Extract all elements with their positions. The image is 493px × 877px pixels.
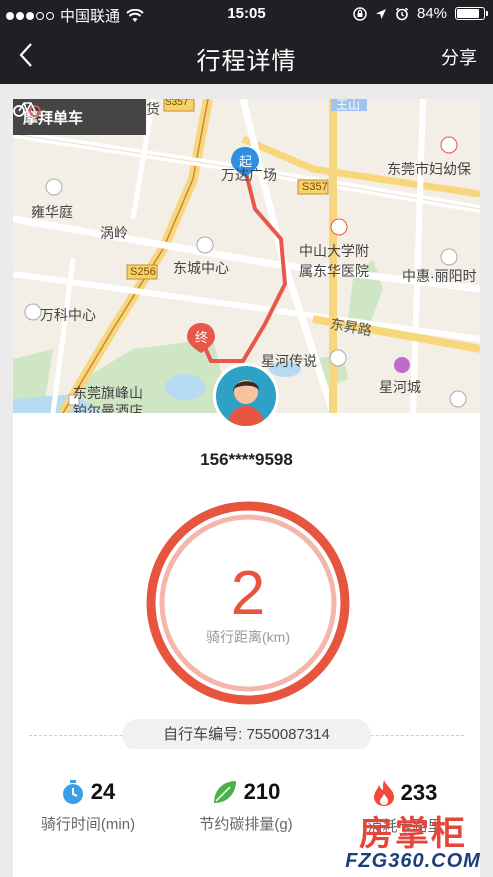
map-label-vanke: 万科中心	[40, 307, 96, 323]
watermark-bottom: FZG360.COM	[345, 850, 481, 872]
nav-bar: 行程详情 分享	[0, 27, 493, 84]
map-label-yonghua: 雍华庭	[31, 204, 73, 220]
map-label-woling: 涡岭	[100, 225, 128, 241]
distance-value: 2	[230, 559, 266, 628]
watermark-top: 房掌柜	[359, 814, 467, 854]
carbon-saved-value: 210	[243, 779, 281, 804]
bicycle-icon	[13, 102, 41, 117]
alarm-icon	[395, 7, 409, 20]
calories-value: 233	[400, 780, 438, 805]
battery-icon	[455, 7, 488, 20]
share-button[interactable]: 分享	[441, 44, 477, 70]
watermark-logo: 房掌柜 FZG360.COM	[338, 806, 488, 872]
trip-detail-card: 货 S357 王山 万达广场 S357 东莞市妇幼保 雍华庭 涡岭 中山大学附 …	[13, 99, 480, 877]
map-label-huo: 货	[146, 101, 160, 117]
map-label-zhongshan2: 属东华医院	[299, 263, 369, 279]
road-label-s357: S357	[302, 181, 328, 193]
stopwatch-icon	[62, 780, 83, 804]
map-label-wangshan: 王山	[336, 99, 361, 112]
battery-level-fill	[457, 9, 479, 18]
bike-id-label: 自行车编号: 7550087314	[163, 726, 330, 743]
avatar	[213, 363, 279, 429]
flame-icon	[373, 780, 394, 806]
map-label-maternal: 东莞市妇幼保	[387, 161, 471, 177]
ride-time-label: 骑行时间(min)	[40, 816, 136, 833]
start-marker: 起	[239, 154, 253, 169]
status-bar: 中国联通 15:05 84%	[0, 0, 493, 27]
page-title: 行程详情	[196, 48, 297, 75]
battery-percent: 84%	[416, 5, 447, 22]
map-label-platinum: 铂尔曼酒店	[73, 403, 143, 413]
stat-ride-time: 24 骑行时间(min)	[13, 779, 163, 834]
user-phone: 156****9598	[200, 450, 293, 469]
road-label-s357-top: S357	[165, 99, 189, 108]
bike-id-pill: 自行车编号: 7550087314	[122, 719, 371, 751]
map-label-xinghe-cheng: 星河城	[379, 379, 421, 395]
distance-label: 骑行距离(km)	[206, 629, 290, 645]
map-label-qifeng: 东莞旗峰山	[73, 385, 143, 401]
map-label-xinghe-chuanshuo: 星河传说	[261, 353, 317, 369]
end-marker: 终	[195, 330, 209, 345]
leaf-icon	[213, 781, 236, 803]
map-label-zhongshan1: 中山大学附	[299, 243, 369, 259]
ride-time-value: 24	[90, 779, 116, 804]
mobike-brand-badge: 摩拜单车	[13, 99, 146, 135]
status-right: 84%	[353, 5, 488, 22]
stat-carbon-saved: 210 节约碳排量(g)	[171, 779, 321, 834]
rotation-lock-icon	[353, 6, 367, 21]
carbon-saved-label: 节约碳排量(g)	[199, 816, 293, 833]
map-label-zhonghui: 中惠·丽阳时	[402, 268, 477, 284]
road-label-s256: S256	[130, 266, 156, 278]
map-label-dongcheng: 东城中心	[173, 260, 229, 276]
location-arrow-icon	[375, 8, 386, 19]
